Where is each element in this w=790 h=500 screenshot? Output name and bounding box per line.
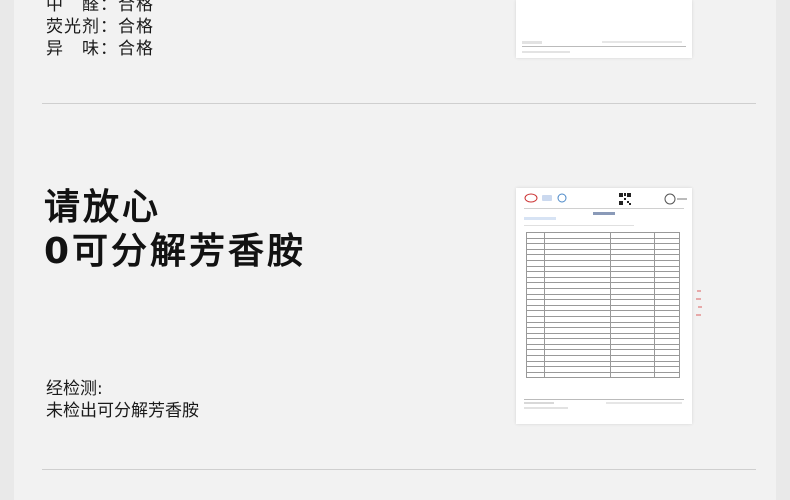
- result-value: 合格: [118, 39, 154, 59]
- report-footer-text: [522, 51, 570, 53]
- result-value: 合格: [118, 17, 154, 37]
- test-result-list: 中 醛：合格 荧光剂：合格 异 味：合格: [46, 0, 154, 60]
- report-rule: [522, 46, 686, 47]
- report-number-tag: [524, 217, 556, 220]
- report-table: [525, 232, 680, 379]
- detection-note-line-1: 经检测:: [46, 379, 103, 399]
- test-report-image: [516, 188, 692, 424]
- product-detail-page: 中 醛：合格 荧光剂：合格 异 味：合格 请放心 0可分解芳香胺 经检测: 未检…: [14, 0, 776, 500]
- section-divider: [42, 103, 756, 104]
- report-rule: [524, 208, 684, 209]
- detection-note-line-2: 未检出可分解芳香胺: [46, 401, 199, 421]
- result-value: 合格: [118, 0, 154, 15]
- report-footer-text: [524, 402, 554, 404]
- detection-note: 经检测: 未检出可分解芳香胺: [46, 378, 199, 422]
- certification-logos-icon: [524, 193, 567, 203]
- lab-seal-icon: [664, 193, 687, 205]
- report-rule: [524, 399, 684, 400]
- headline-line-2: 0可分解芳香胺: [44, 231, 307, 272]
- stamp-fragment: [695, 288, 705, 328]
- report-footer-text: [524, 407, 568, 409]
- result-label: 异 味: [46, 39, 100, 59]
- report-line: [524, 225, 634, 226]
- headline: 请放心 0可分解芳香胺: [44, 186, 306, 274]
- headline-line-1: 请放心: [44, 187, 162, 228]
- result-row-formaldehyde: 中 醛：合格: [46, 0, 154, 16]
- report-title-mark: [516, 212, 692, 216]
- result-row-fluorescent: 荧光剂：合格: [46, 17, 154, 37]
- result-row-odor: 异 味：合格: [46, 39, 154, 59]
- report-footer-text: [522, 41, 542, 44]
- result-label: 中 醛: [46, 0, 100, 15]
- report-footer-text: [602, 41, 682, 43]
- qr-code-icon: [618, 192, 632, 206]
- section-divider: [42, 469, 756, 470]
- report-footer-text: [606, 402, 682, 404]
- test-report-thumbnail-top: [516, 0, 692, 58]
- result-label: 荧光剂: [46, 17, 100, 37]
- table-row: [525, 371, 680, 379]
